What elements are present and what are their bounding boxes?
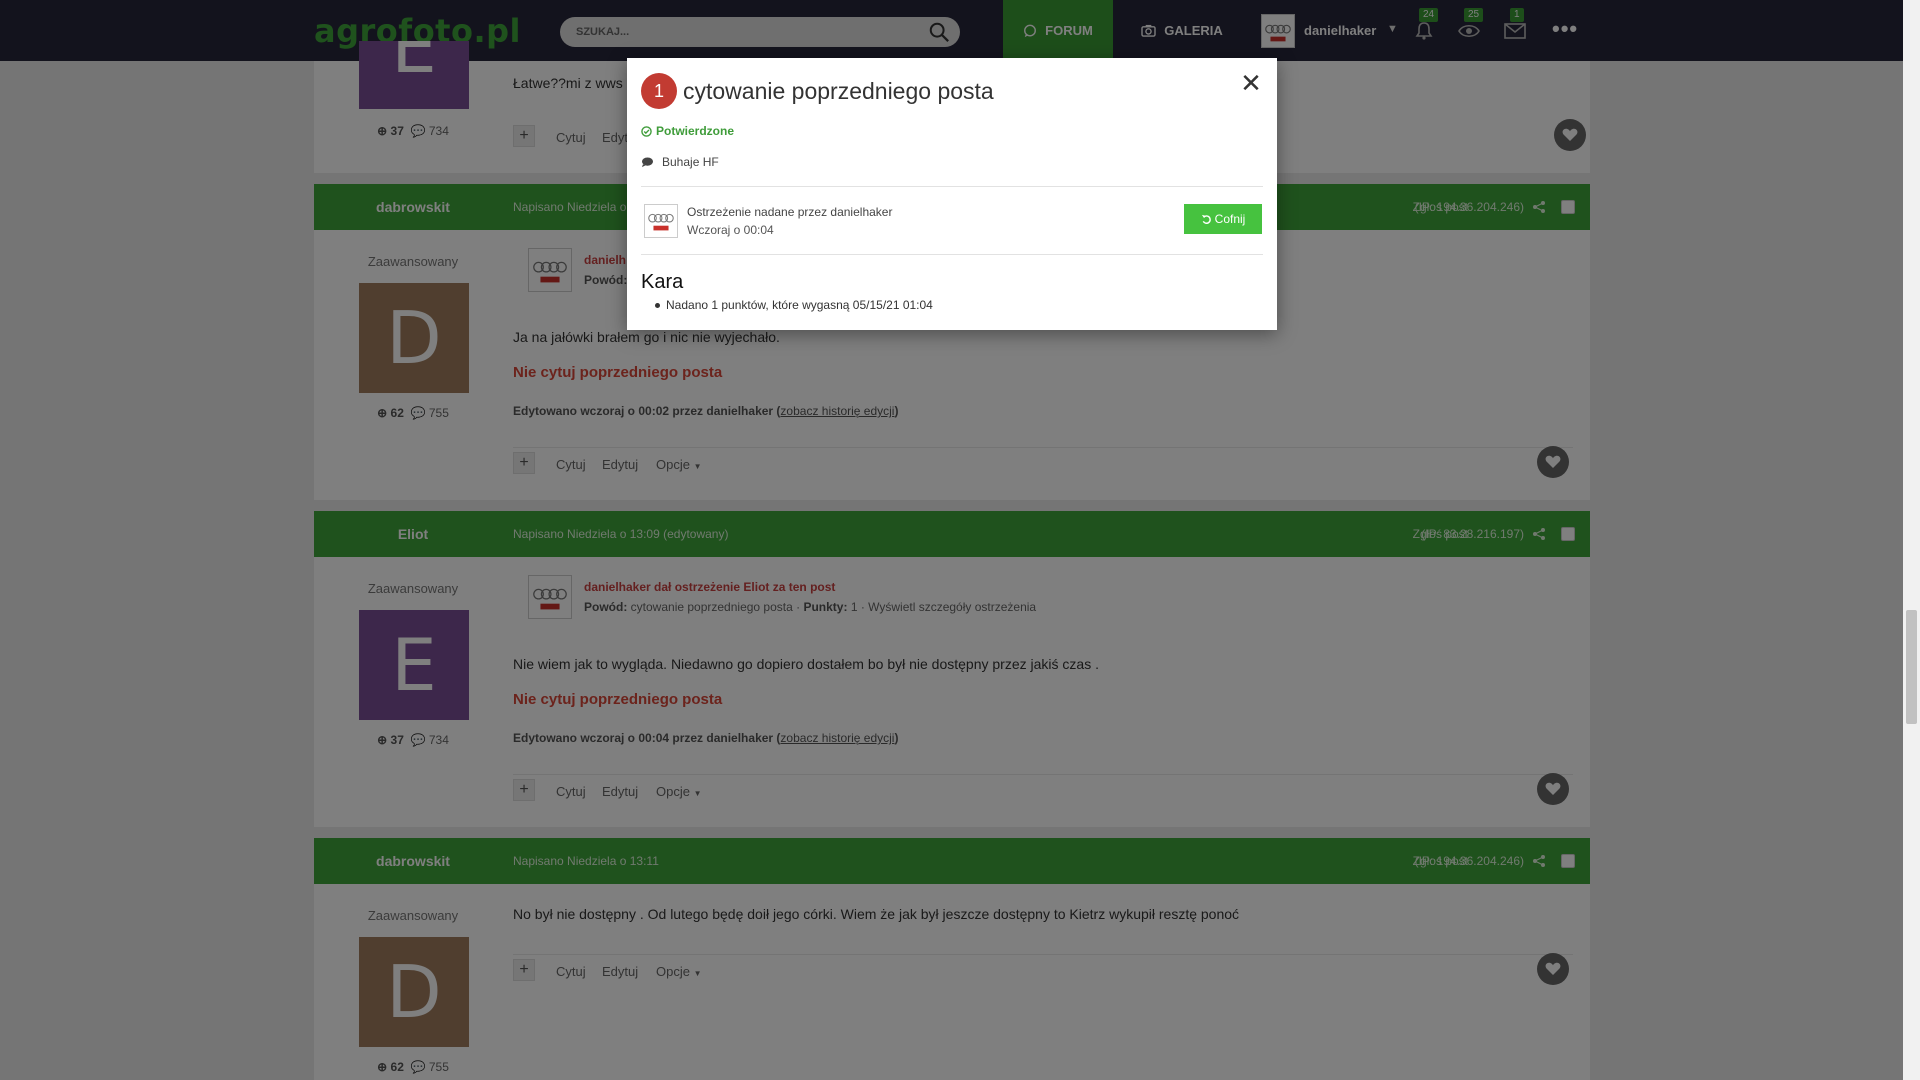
- status-label: Potwierdzone: [656, 124, 735, 138]
- audi-logo-icon: [648, 213, 674, 231]
- topic-link[interactable]: Buhaje HF: [641, 155, 719, 169]
- issued-time: Wczoraj o 00:04: [687, 223, 774, 237]
- penalty-heading: Kara: [641, 271, 684, 293]
- page-scrollbar[interactable]: [1903, 0, 1920, 1080]
- undo-icon: [1201, 214, 1211, 224]
- modal-title: cytowanie poprzedniego posta: [683, 78, 994, 104]
- issued-by-text: Ostrzeżenie nadane przez danielhaker: [687, 205, 893, 219]
- warning-points-badge: 1: [641, 73, 677, 109]
- divider: [641, 254, 1263, 255]
- penalty-item: Nadano 1 punktów, które wygasną 05/15/21…: [655, 298, 933, 312]
- warning-details-modal: 1 cytowanie poprzedniego posta ✕ Potwier…: [627, 58, 1277, 330]
- undo-warning-button[interactable]: Cofnij: [1184, 204, 1262, 234]
- divider: [641, 186, 1263, 187]
- close-icon[interactable]: ✕: [1239, 70, 1263, 96]
- bullet-icon: [655, 302, 660, 308]
- comment-icon: [642, 156, 653, 167]
- check-circle-icon: [641, 125, 652, 137]
- moderator-avatar[interactable]: [644, 204, 678, 238]
- penalty-text: Nadano 1 punktów, które wygasną 05/15/21…: [666, 298, 933, 312]
- scrollbar-thumb[interactable]: [1906, 610, 1917, 724]
- status-badge: Potwierdzone: [641, 124, 734, 138]
- undo-label: Cofnij: [1214, 212, 1246, 226]
- topic-title[interactable]: Buhaje HF: [662, 155, 719, 169]
